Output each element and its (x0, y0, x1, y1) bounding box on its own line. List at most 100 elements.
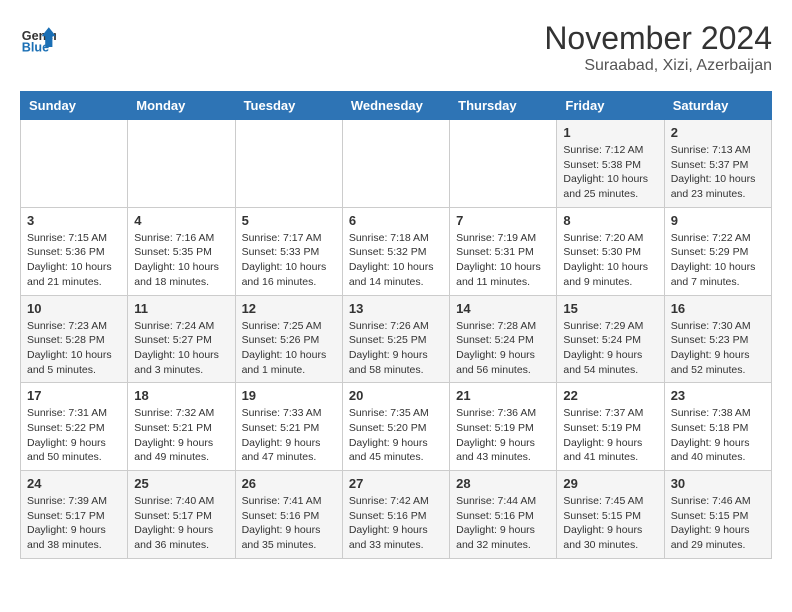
calendar-cell-w5-d4: 27Sunrise: 7:42 AM Sunset: 5:16 PM Dayli… (342, 471, 449, 559)
day-number: 21 (456, 388, 550, 403)
calendar-cell-w4-d4: 20 Sunrise: 7:35 AM Sunset: 5:20 PM Dayli… (342, 383, 449, 471)
col-monday: Monday (128, 92, 235, 120)
calendar-cell-w5-d2: 25Sunrise: 7:40 AM Sunset: 5:17 PM Dayli… (128, 471, 235, 559)
calendar-cell-w2-d7: 9Sunrise: 7:22 AM Sunset: 5:29 PM Daylig… (664, 207, 771, 295)
day-info: Sunrise: 7:31 AM Sunset: 5:22 PM Dayligh… (27, 406, 121, 465)
calendar-cell-w1-d1 (21, 120, 128, 208)
calendar-cell-w2-d3: 5 Sunrise: 7:17 AM Sunset: 5:33 PM Daylig… (235, 207, 342, 295)
calendar-cell-w3-d2: 11 Sunrise: 7:24 AM Sunset: 5:27 PM Dayli… (128, 295, 235, 383)
calendar-cell-w2-d6: 8 Sunrise: 7:20 AM Sunset: 5:30 PM Daylig… (557, 207, 664, 295)
calendar-week-4: 17 Sunrise: 7:31 AM Sunset: 5:22 PM Dayli… (21, 383, 772, 471)
day-info: Sunrise: 7:46 AM Sunset: 5:15 PM Dayligh… (671, 494, 765, 553)
calendar-header-row: Sunday Monday Tuesday Wednesday Thursday… (21, 92, 772, 120)
col-friday: Friday (557, 92, 664, 120)
day-info: Sunrise: 7:32 AM Sunset: 5:21 PM Dayligh… (134, 406, 228, 465)
day-number: 19 (242, 388, 336, 403)
calendar-cell-w5-d5: 28 Sunrise: 7:44 AM Sunset: 5:16 PM Dayli… (450, 471, 557, 559)
calendar-cell-w1-d5 (450, 120, 557, 208)
month-year-title: November 2024 (544, 20, 772, 57)
col-thursday: Thursday (450, 92, 557, 120)
day-number: 18 (134, 388, 228, 403)
day-info: Sunrise: 7:19 AM Sunset: 5:31 PM Dayligh… (456, 231, 550, 290)
day-info: Sunrise: 7:23 AM Sunset: 5:28 PM Dayligh… (27, 319, 121, 378)
calendar-cell-w4-d3: 19 Sunrise: 7:33 AM Sunset: 5:21 PM Dayli… (235, 383, 342, 471)
calendar-cell-w1-d3 (235, 120, 342, 208)
day-number: 1 (563, 125, 657, 140)
day-info: Sunrise: 7:24 AM Sunset: 5:27 PM Dayligh… (134, 319, 228, 378)
day-number: 17 (27, 388, 121, 403)
col-tuesday: Tuesday (235, 92, 342, 120)
day-number: 24 (27, 476, 121, 491)
day-number: 6 (349, 213, 443, 228)
calendar-cell-w3-d7: 16Sunrise: 7:30 AM Sunset: 5:23 PM Dayli… (664, 295, 771, 383)
calendar-cell-w3-d5: 14 Sunrise: 7:28 AM Sunset: 5:24 PM Dayli… (450, 295, 557, 383)
calendar-cell-w2-d4: 6Sunrise: 7:18 AM Sunset: 5:32 PM Daylig… (342, 207, 449, 295)
calendar-week-5: 24 Sunrise: 7:39 AM Sunset: 5:17 PM Dayli… (21, 471, 772, 559)
day-number: 20 (349, 388, 443, 403)
day-number: 4 (134, 213, 228, 228)
logo-icon: General Blue (20, 20, 56, 56)
calendar-cell-w4-d7: 23 Sunrise: 7:38 AM Sunset: 5:18 PM Dayli… (664, 383, 771, 471)
day-info: Sunrise: 7:36 AM Sunset: 5:19 PM Dayligh… (456, 406, 550, 465)
calendar-cell-w4-d6: 22Sunrise: 7:37 AM Sunset: 5:19 PM Dayli… (557, 383, 664, 471)
calendar-week-2: 3 Sunrise: 7:15 AM Sunset: 5:36 PM Daylig… (21, 207, 772, 295)
day-info: Sunrise: 7:33 AM Sunset: 5:21 PM Dayligh… (242, 406, 336, 465)
col-wednesday: Wednesday (342, 92, 449, 120)
day-number: 28 (456, 476, 550, 491)
day-number: 26 (242, 476, 336, 491)
calendar-cell-w5-d6: 29Sunrise: 7:45 AM Sunset: 5:15 PM Dayli… (557, 471, 664, 559)
day-number: 15 (563, 301, 657, 316)
day-info: Sunrise: 7:44 AM Sunset: 5:16 PM Dayligh… (456, 494, 550, 553)
day-info: Sunrise: 7:38 AM Sunset: 5:18 PM Dayligh… (671, 406, 765, 465)
calendar-cell-w4-d5: 21 Sunrise: 7:36 AM Sunset: 5:19 PM Dayli… (450, 383, 557, 471)
calendar-cell-w3-d4: 13Sunrise: 7:26 AM Sunset: 5:25 PM Dayli… (342, 295, 449, 383)
day-number: 2 (671, 125, 765, 140)
day-number: 12 (242, 301, 336, 316)
calendar-table: Sunday Monday Tuesday Wednesday Thursday… (20, 91, 772, 559)
calendar-cell-w1-d6: 1 Sunrise: 7:12 AM Sunset: 5:38 PM Daylig… (557, 120, 664, 208)
day-info: Sunrise: 7:45 AM Sunset: 5:15 PM Dayligh… (563, 494, 657, 553)
calendar-cell-w1-d7: 2 Sunrise: 7:13 AM Sunset: 5:37 PM Daylig… (664, 120, 771, 208)
day-info: Sunrise: 7:15 AM Sunset: 5:36 PM Dayligh… (27, 231, 121, 290)
calendar-cell-w4-d1: 17 Sunrise: 7:31 AM Sunset: 5:22 PM Dayli… (21, 383, 128, 471)
day-info: Sunrise: 7:30 AM Sunset: 5:23 PM Dayligh… (671, 319, 765, 378)
day-info: Sunrise: 7:13 AM Sunset: 5:37 PM Dayligh… (671, 143, 765, 202)
day-info: Sunrise: 7:20 AM Sunset: 5:30 PM Dayligh… (563, 231, 657, 290)
day-number: 23 (671, 388, 765, 403)
day-number: 9 (671, 213, 765, 228)
calendar-cell-w1-d2 (128, 120, 235, 208)
day-number: 14 (456, 301, 550, 316)
day-info: Sunrise: 7:39 AM Sunset: 5:17 PM Dayligh… (27, 494, 121, 553)
day-number: 10 (27, 301, 121, 316)
day-info: Sunrise: 7:12 AM Sunset: 5:38 PM Dayligh… (563, 143, 657, 202)
day-number: 5 (242, 213, 336, 228)
day-info: Sunrise: 7:16 AM Sunset: 5:35 PM Dayligh… (134, 231, 228, 290)
day-number: 7 (456, 213, 550, 228)
day-info: Sunrise: 7:37 AM Sunset: 5:19 PM Dayligh… (563, 406, 657, 465)
calendar-cell-w3-d6: 15 Sunrise: 7:29 AM Sunset: 5:24 PM Dayli… (557, 295, 664, 383)
col-sunday: Sunday (21, 92, 128, 120)
day-info: Sunrise: 7:42 AM Sunset: 5:16 PM Dayligh… (349, 494, 443, 553)
day-number: 30 (671, 476, 765, 491)
day-info: Sunrise: 7:40 AM Sunset: 5:17 PM Dayligh… (134, 494, 228, 553)
calendar-cell-w3-d3: 12Sunrise: 7:25 AM Sunset: 5:26 PM Dayli… (235, 295, 342, 383)
calendar-cell-w5-d3: 26Sunrise: 7:41 AM Sunset: 5:16 PM Dayli… (235, 471, 342, 559)
col-saturday: Saturday (664, 92, 771, 120)
header: General Blue November 2024 Suraabad, Xiz… (20, 20, 772, 75)
calendar-cell-w5-d7: 30 Sunrise: 7:46 AM Sunset: 5:15 PM Dayli… (664, 471, 771, 559)
calendar-cell-w4-d2: 18 Sunrise: 7:32 AM Sunset: 5:21 PM Dayli… (128, 383, 235, 471)
day-info: Sunrise: 7:26 AM Sunset: 5:25 PM Dayligh… (349, 319, 443, 378)
calendar-cell-w1-d4 (342, 120, 449, 208)
day-info: Sunrise: 7:28 AM Sunset: 5:24 PM Dayligh… (456, 319, 550, 378)
location-subtitle: Suraabad, Xizi, Azerbaijan (544, 57, 772, 75)
title-section: November 2024 Suraabad, Xizi, Azerbaijan (544, 20, 772, 75)
svg-text:Blue: Blue (22, 41, 49, 55)
day-info: Sunrise: 7:35 AM Sunset: 5:20 PM Dayligh… (349, 406, 443, 465)
calendar-cell-w2-d5: 7 Sunrise: 7:19 AM Sunset: 5:31 PM Daylig… (450, 207, 557, 295)
day-number: 11 (134, 301, 228, 316)
calendar-cell-w5-d1: 24 Sunrise: 7:39 AM Sunset: 5:17 PM Dayli… (21, 471, 128, 559)
day-info: Sunrise: 7:29 AM Sunset: 5:24 PM Dayligh… (563, 319, 657, 378)
day-number: 3 (27, 213, 121, 228)
day-number: 8 (563, 213, 657, 228)
day-info: Sunrise: 7:17 AM Sunset: 5:33 PM Dayligh… (242, 231, 336, 290)
